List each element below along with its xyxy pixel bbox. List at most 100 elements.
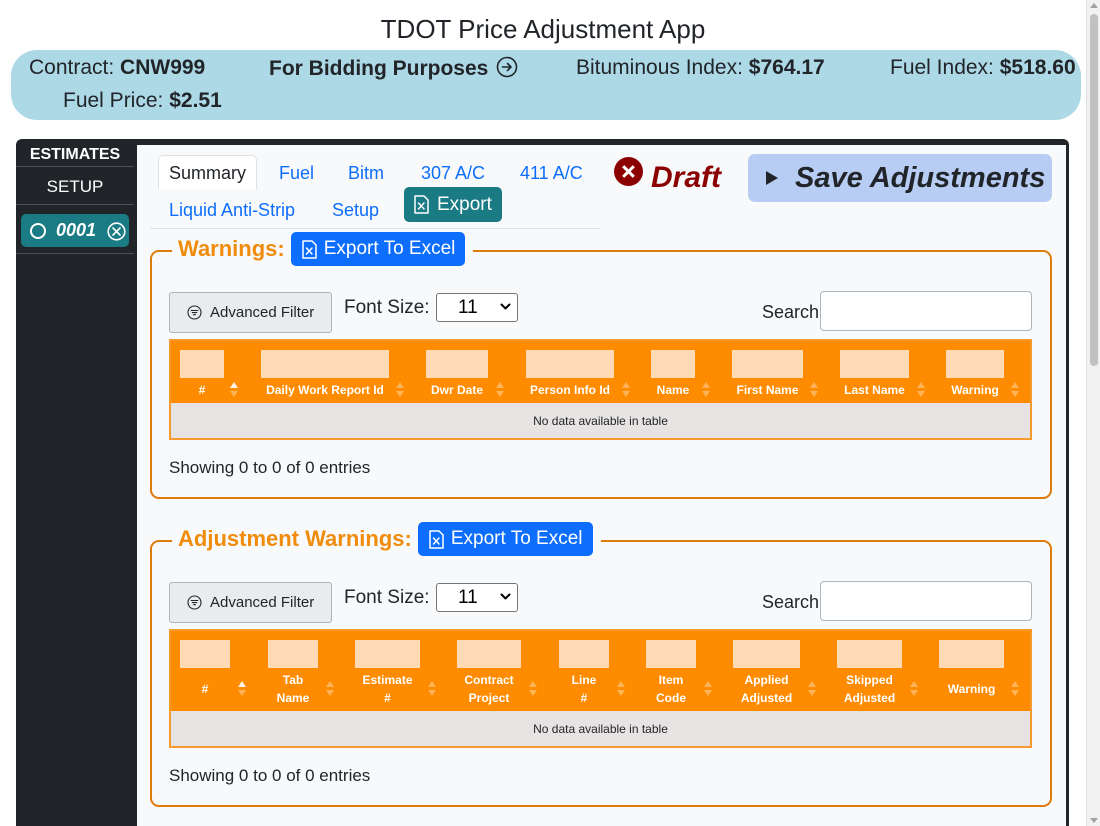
export-label: Export xyxy=(437,194,492,215)
export-excel-label: Export To Excel xyxy=(323,238,456,259)
sidebar-item-setup[interactable]: SETUP xyxy=(16,169,134,205)
bidding-purposes-link[interactable]: For Bidding Purposes xyxy=(269,56,518,81)
adjustment-warnings-legend: Adjustment Warnings: Export To Excel xyxy=(172,522,601,556)
column-filter-input[interactable] xyxy=(180,350,224,378)
sort-icon xyxy=(808,681,816,697)
column-filter-input[interactable] xyxy=(939,640,1004,668)
column-header-estimate[interactable]: Estimate xyxy=(350,671,425,689)
tab-summary[interactable]: Summary xyxy=(158,155,258,190)
sort-icon xyxy=(622,382,630,398)
column-header-item-code-line2[interactable]: Code xyxy=(641,689,701,707)
warnings-table-header: # Daily Work Report Id Dwr Date Person I… xyxy=(171,341,1030,403)
column-filter-input[interactable] xyxy=(732,350,803,378)
adjustment-warnings-export-excel-button[interactable]: Export To Excel xyxy=(417,522,593,556)
tab-307-ac[interactable]: 307 A/C xyxy=(421,162,485,184)
sort-icon xyxy=(428,681,436,697)
column-filter-input[interactable] xyxy=(840,350,909,378)
column-filter-input[interactable] xyxy=(457,640,521,668)
save-adjustments-label: Save Adjustments xyxy=(795,162,1046,194)
column-header-warning[interactable]: Warning xyxy=(941,381,1009,399)
sort-icon xyxy=(529,681,537,697)
export-button[interactable]: Export xyxy=(404,187,502,222)
estimate-number: 0001 xyxy=(56,220,97,240)
adjustment-warnings-font-size-select[interactable]: 11 xyxy=(436,583,518,612)
column-header-daily-work-report-id[interactable]: Daily Work Report Id xyxy=(251,381,399,399)
fuel-index-value: $518.60 xyxy=(999,56,1076,79)
sort-icon xyxy=(230,382,238,398)
tab-bitm[interactable]: Bitm xyxy=(348,162,384,184)
sort-icon xyxy=(396,382,404,398)
tab-411-ac[interactable]: 411 A/C xyxy=(520,162,583,184)
column-header-contract-project[interactable]: Contract xyxy=(452,671,526,689)
warnings-export-excel-button[interactable]: Export To Excel xyxy=(290,232,466,266)
sort-icon xyxy=(702,382,710,398)
export-excel-label: Export To Excel xyxy=(450,528,583,549)
fuel-price-value: $2.51 xyxy=(169,89,222,112)
filter-icon xyxy=(187,305,202,320)
column-filter-input[interactable] xyxy=(268,640,318,668)
column-header-name[interactable]: Name xyxy=(646,381,700,399)
column-header-item-code[interactable]: Item xyxy=(641,671,701,689)
close-circle-icon[interactable] xyxy=(107,222,126,241)
column-filter-input[interactable] xyxy=(261,350,389,378)
bituminous-index: Bituminous Index: $764.17 xyxy=(576,56,825,80)
warnings-search-input[interactable] xyxy=(820,291,1032,331)
column-filter-input[interactable] xyxy=(733,640,800,668)
column-filter-input[interactable] xyxy=(355,640,420,668)
column-header-warning[interactable]: Warning xyxy=(934,680,1009,698)
column-header-contract-project-line2[interactable]: Project xyxy=(452,689,526,707)
page-scrollbar[interactable] xyxy=(1086,0,1100,826)
column-header-number[interactable]: # xyxy=(180,680,230,698)
fuel-index: Fuel Index: $518.60 xyxy=(890,56,1076,80)
adjustment-warnings-search-input[interactable] xyxy=(820,581,1032,621)
warnings-font-size-select[interactable]: 11 xyxy=(436,293,518,322)
warnings-legend: Warnings: Export To Excel xyxy=(172,232,474,266)
scroll-down-icon[interactable] xyxy=(1090,818,1098,823)
column-header-number[interactable]: # xyxy=(180,381,224,399)
scrollbar-thumb[interactable] xyxy=(1090,14,1098,366)
adjustment-warnings-advanced-filter-button[interactable]: Advanced Filter xyxy=(169,582,332,623)
sort-icon xyxy=(1011,681,1019,697)
contract-info: Contract: CNW999 xyxy=(29,56,205,80)
chevron-down-icon xyxy=(500,303,511,310)
column-header-estimate-line2[interactable]: # xyxy=(350,689,425,707)
column-filter-input[interactable] xyxy=(180,640,230,668)
chevron-down-icon xyxy=(500,593,511,600)
font-size-value: 11 xyxy=(458,587,478,608)
sidebar-divider xyxy=(16,253,134,254)
column-header-skipped-adjusted-line2[interactable]: Adjusted xyxy=(832,689,907,707)
column-filter-input[interactable] xyxy=(837,640,902,668)
column-filter-input[interactable] xyxy=(946,350,1004,378)
column-filter-input[interactable] xyxy=(651,350,695,378)
column-filter-input[interactable] xyxy=(559,640,609,668)
column-header-tab-name[interactable]: Tab xyxy=(263,671,323,689)
sort-icon xyxy=(704,681,712,697)
fuel-index-label: Fuel Index: xyxy=(890,56,994,79)
column-header-line-line2[interactable]: # xyxy=(554,689,614,707)
column-header-dwr-date[interactable]: Dwr Date xyxy=(421,381,493,399)
sort-icon xyxy=(617,681,625,697)
column-header-last-name[interactable]: Last Name xyxy=(835,381,914,399)
column-header-tab-name-line2[interactable]: Name xyxy=(263,689,323,707)
column-filter-input[interactable] xyxy=(646,640,696,668)
adjustment-warnings-table: # Tab Name Estimate # Contract Project L… xyxy=(169,629,1032,748)
tabs-divider xyxy=(150,228,601,229)
column-header-line[interactable]: Line xyxy=(554,671,614,689)
tab-setup[interactable]: Setup xyxy=(332,199,379,221)
tab-liquid-anti-strip[interactable]: Liquid Anti-Strip xyxy=(169,199,295,221)
warnings-advanced-filter-button[interactable]: Advanced Filter xyxy=(169,292,332,333)
tab-fuel[interactable]: Fuel xyxy=(279,162,314,184)
column-header-applied-adjusted[interactable]: Applied xyxy=(728,671,805,689)
column-header-person-info-id[interactable]: Person Info Id xyxy=(516,381,624,399)
column-header-first-name[interactable]: First Name xyxy=(727,381,808,399)
draft-label: Draft xyxy=(651,161,722,194)
scroll-up-icon[interactable] xyxy=(1090,3,1098,8)
save-adjustments-button[interactable]: Save Adjustments xyxy=(748,154,1052,202)
column-header-applied-adjusted-line2[interactable]: Adjusted xyxy=(728,689,805,707)
contract-info-banner: Contract: CNW999 For Bidding Purposes Bi… xyxy=(11,50,1081,120)
warnings-table: # Daily Work Report Id Dwr Date Person I… xyxy=(169,339,1032,440)
sidebar-item-estimate[interactable]: 0001 xyxy=(21,214,129,247)
column-header-skipped-adjusted[interactable]: Skipped xyxy=(832,671,907,689)
column-filter-input[interactable] xyxy=(526,350,614,378)
column-filter-input[interactable] xyxy=(426,350,488,378)
